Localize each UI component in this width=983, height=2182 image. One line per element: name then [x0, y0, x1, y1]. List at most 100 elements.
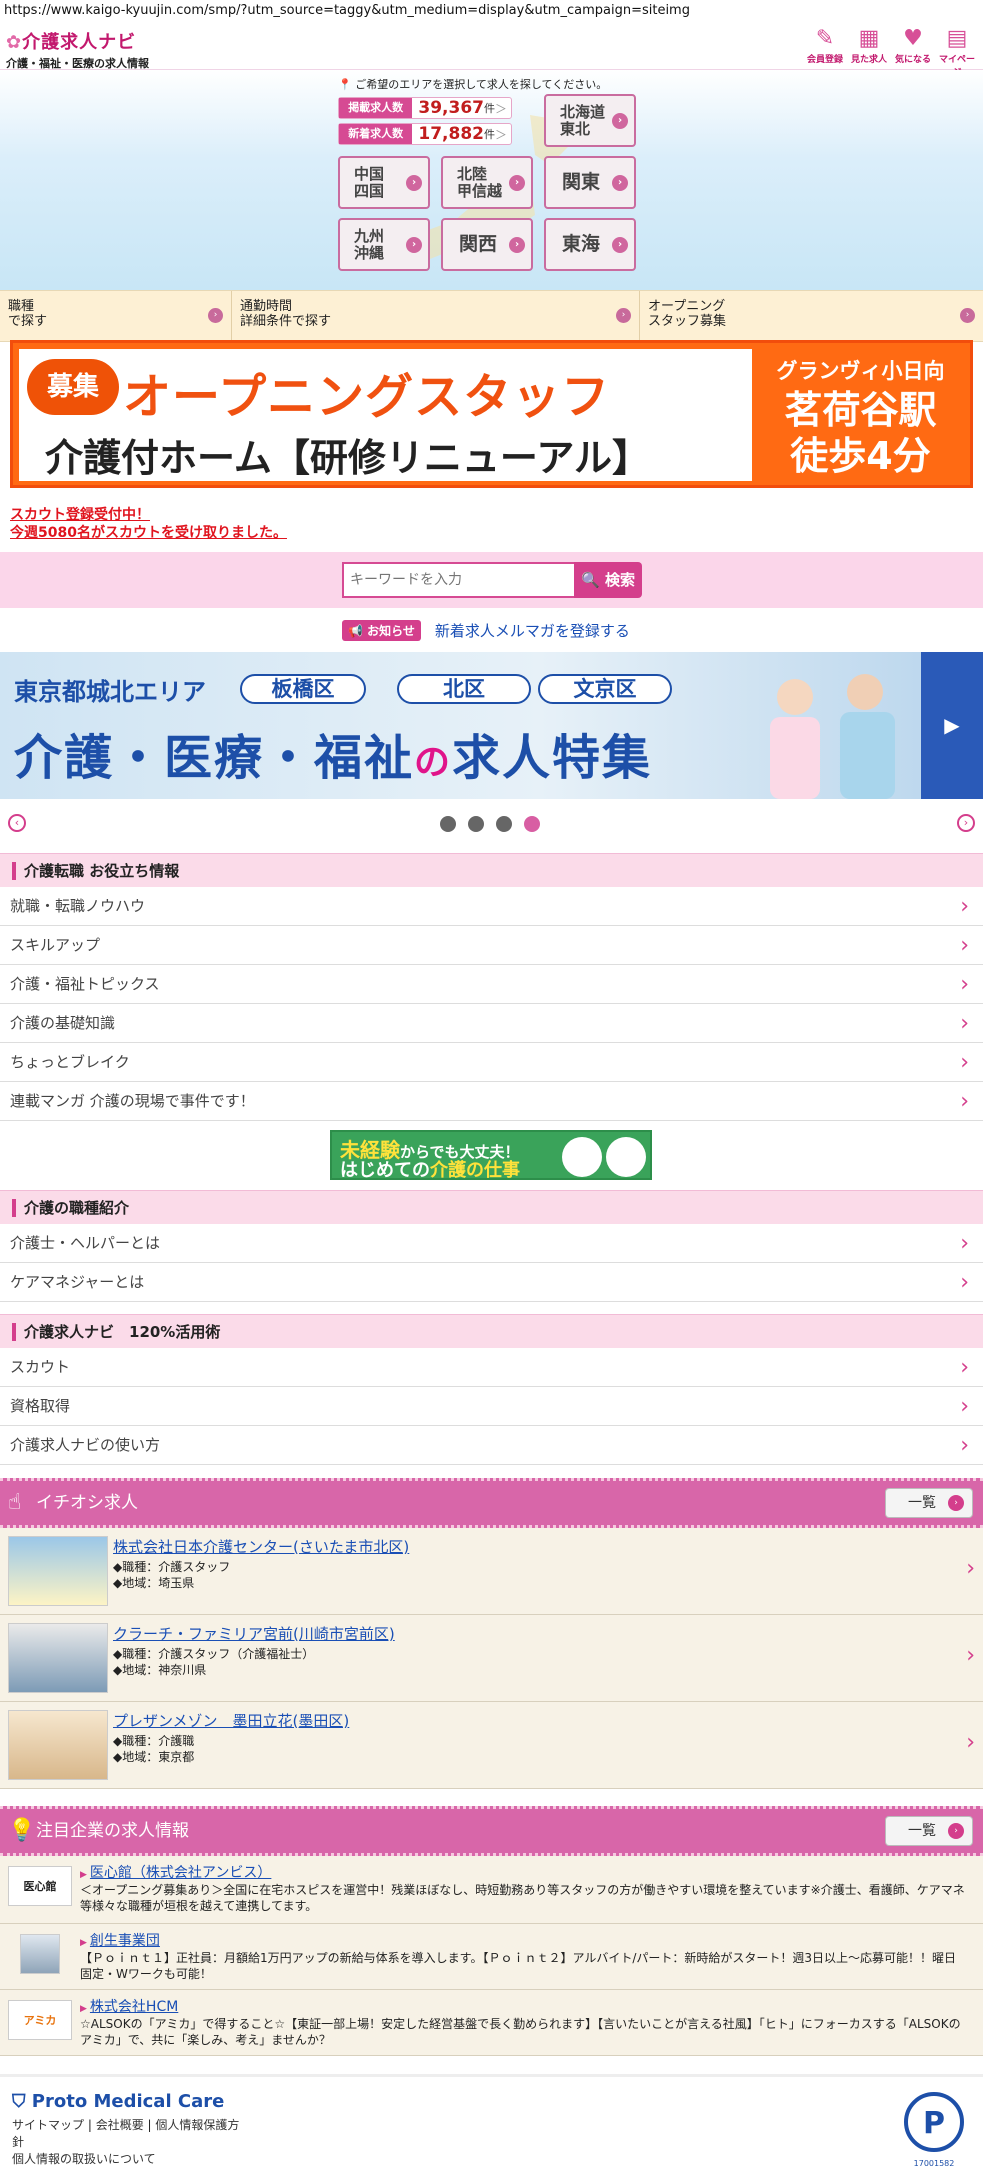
chevron-right-icon: ›: [966, 1730, 975, 1755]
company-name-link[interactable]: 医心館（株式会社アンビス）: [80, 1862, 271, 1882]
mini-b: はじめての: [340, 1160, 430, 1181]
job-area: ◆地域：埼玉県: [113, 1576, 195, 1590]
opening-staff-banner[interactable]: 募集 オープニングスタッフ 介護付ホーム【研修リニューアル】 グランヴィ小日向 …: [10, 340, 973, 488]
region-kansai[interactable]: 関西 ›: [441, 218, 533, 271]
job-type: ◆職種：介護スタッフ（介護福祉士）: [113, 1647, 315, 1661]
title-part: 求人特集: [452, 730, 653, 786]
arrow-circle-icon: ›: [612, 113, 628, 129]
section-header: 介護転職 お役立ち情報: [0, 853, 983, 887]
carousel-next-button[interactable]: ▶: [921, 652, 983, 799]
region-label: 九州 沖縄: [354, 226, 385, 262]
list-item[interactable]: 介護・福祉トピックス: [0, 965, 983, 1004]
url-bar[interactable]: https://www.kaigo-kyuujin.com/smp/?utm_s…: [0, 0, 983, 22]
carousel-dot-active[interactable]: [524, 816, 540, 832]
region-label: 北陸 甲信越: [457, 164, 503, 200]
search-button[interactable]: 🔍 検索: [574, 562, 642, 598]
section-title: 介護転職 お役立ち情報: [24, 862, 180, 880]
company-card[interactable]: 創生事業団 【Ｐｏｉｎｔ１】正社員：月額給1万円アップの新給与体系を導入します。…: [0, 1924, 983, 1990]
list-item[interactable]: 介護求人ナビの使い方: [0, 1426, 983, 1465]
area-tag: 文京区: [538, 674, 672, 704]
company-card[interactable]: 医心館 医心館（株式会社アンビス） ＜オープニング募集あり＞全国に在宅ホスピスを…: [0, 1856, 983, 1924]
featured-header: 💡 注目企業の求人情報 一覧 ›: [0, 1806, 983, 1856]
job-card[interactable]: クラーチ・ファミリア宮前(川崎市宮前区) ◆職種：介護スタッフ（介護福祉士） ◆…: [0, 1615, 983, 1702]
carousel-dot[interactable]: [468, 816, 484, 832]
area-tag: 板橋区: [240, 674, 366, 704]
carousel-dot[interactable]: [496, 816, 512, 832]
scout-notice[interactable]: スカウト登録受付中！ 今週5080名がスカウトを受け取りました。: [10, 506, 287, 542]
list-item[interactable]: スキルアップ: [0, 926, 983, 965]
job-card[interactable]: 株式会社日本介護センター(さいたま市北区) ◆職種：介護スタッフ ◆地域：埼玉県…: [0, 1528, 983, 1615]
pencil-icon: ✎: [815, 26, 835, 51]
feature-banner[interactable]: 東京都城北エリア 板橋区 北区 文京区 介護・医療・福祉の求人特集 ▶: [0, 652, 983, 799]
pointer-hand-icon: ☝: [8, 1490, 22, 1515]
region-kanto[interactable]: 関東 ›: [544, 156, 636, 209]
chevron-right-icon: ›: [966, 1643, 975, 1668]
job-card[interactable]: プレザンメゾン 墨田立花(墨田区) ◆職種：介護職 ◆地域：東京都 ›: [0, 1702, 983, 1789]
privacy-mark-icon: P 17001582: [901, 2089, 967, 2169]
staff-photo-image: [770, 674, 895, 799]
region-hokuriku-koshinetsu[interactable]: 北陸 甲信越 ›: [441, 156, 533, 209]
featured-all-button[interactable]: 一覧 ›: [885, 1816, 973, 1846]
beginner-banner[interactable]: 未経験からでも大丈夫！ はじめての介護の仕事: [330, 1130, 652, 1181]
list-item[interactable]: 連載マンガ 介護の現場で事件です！: [0, 1082, 983, 1121]
company-card[interactable]: アミカ 株式会社HCM ☆ALSOKの「アミカ」で得すること☆【東証一部上場！安…: [0, 1990, 983, 2056]
company-name-link[interactable]: 創生事業団: [80, 1930, 160, 1950]
newsletter-link[interactable]: 新着求人メルマガを登録する: [435, 620, 630, 641]
new-jobs-stat[interactable]: 新着求人数 17,882 件＞: [338, 123, 512, 145]
title-part: の: [414, 742, 453, 783]
flower-logo-icon: ✿: [6, 32, 23, 53]
list-item[interactable]: 介護士・ヘルパーとは: [0, 1224, 983, 1263]
job-title-link[interactable]: 株式会社日本介護センター(さいたま市北区): [113, 1536, 409, 1557]
scout-line2: 今週5080名がスカウトを受け取りました。: [10, 525, 287, 541]
list-item[interactable]: ケアマネジャーとは: [0, 1263, 983, 1302]
region-chugoku-shikoku[interactable]: 中国 四国 ›: [338, 156, 430, 209]
banner-side: グランヴィ小日向 茗荷谷駅 徒歩4分: [758, 349, 963, 481]
arrow-circle-icon: ›: [406, 175, 422, 191]
region-hokkaido-tohoku[interactable]: 北海道 東北 ›: [544, 94, 636, 147]
sitemap-link[interactable]: サイトマップ: [12, 2118, 84, 2132]
list-item[interactable]: スカウト: [0, 1348, 983, 1387]
calendar-icon: ▦: [858, 26, 880, 51]
keyword-input[interactable]: [342, 562, 574, 598]
carousel-next-icon[interactable]: ›: [957, 814, 975, 832]
bubble-icon: [606, 1137, 646, 1177]
privacy-mark-logo: P: [904, 2092, 964, 2152]
chevron-right-icon: ＞: [494, 127, 507, 142]
job-types-section: 介護の職種紹介 介護士・ヘルパーとは ケアマネジャーとは: [0, 1190, 983, 1302]
list-item[interactable]: 資格取得: [0, 1387, 983, 1426]
region-tokai[interactable]: 東海 ›: [544, 218, 636, 271]
site-footer: ⛉ Proto Medical Care サイトマップ | 会社概要 | 個人情…: [0, 2074, 983, 2182]
chevron-right-icon: ›: [966, 1556, 975, 1581]
opening-staff-search[interactable]: オープニング スタッフ募集 ›: [640, 291, 983, 341]
carousel-dot[interactable]: [440, 816, 456, 832]
all-label: 一覧: [908, 1495, 936, 1511]
region-kyushu-okinawa[interactable]: 九州 沖縄 ›: [338, 218, 430, 271]
list-item[interactable]: 介護の基礎知識: [0, 1004, 983, 1043]
personal-info-link[interactable]: 個人情報の取扱いについて: [12, 2152, 156, 2166]
notice-tag-label: お知らせ: [367, 624, 415, 638]
featured-title: 注目企業の求人情報: [36, 1821, 189, 1841]
company-name-link[interactable]: 株式会社HCM: [80, 1996, 178, 2016]
job-title-link[interactable]: クラーチ・ファミリア宮前(川崎市宮前区): [113, 1623, 395, 1644]
search-by-job-type[interactable]: 職種 で探す ›: [0, 291, 232, 341]
list-item[interactable]: ちょっとブレイク: [0, 1043, 983, 1082]
proto-logo-icon: ⛉: [12, 2091, 26, 2112]
search-by-commute[interactable]: 通勤時間 詳細条件で探す ›: [232, 291, 640, 341]
facility-name: グランヴィ小日向: [776, 359, 945, 383]
area-message-text: ご希望のエリアを選択して求人を探してください。: [355, 78, 608, 91]
carousel-prev-icon[interactable]: ‹: [8, 814, 26, 832]
list-item[interactable]: 就職・転職ノウハウ: [0, 887, 983, 926]
logo-subtitle: 介護・福祉・医療の求人情報: [6, 57, 149, 70]
site-logo[interactable]: ✿介護求人ナビ 介護・福祉・医療の求人情報: [6, 28, 149, 71]
banner2-title: 介護・医療・福祉の求人特集: [14, 718, 652, 788]
total-jobs-stat[interactable]: 掲載求人数 39,367 件＞: [338, 97, 512, 119]
notice-tag: 📢 お知らせ: [342, 620, 421, 641]
bubble-icon: [562, 1137, 602, 1177]
job-title-link[interactable]: プレザンメゾン 墨田立花(墨田区): [113, 1710, 349, 1731]
region-label: 東海: [562, 233, 601, 255]
pickup-all-button[interactable]: 一覧 ›: [885, 1488, 973, 1518]
footer-links: サイトマップ | 会社概要 | 個人情報保護方針 個人情報の取扱いについて: [12, 2118, 240, 2166]
company-logo: 医心館: [8, 1866, 72, 1906]
section-header: 介護求人ナビ 120%活用術: [0, 1314, 983, 1348]
company-link[interactable]: 会社概要: [96, 2118, 144, 2132]
